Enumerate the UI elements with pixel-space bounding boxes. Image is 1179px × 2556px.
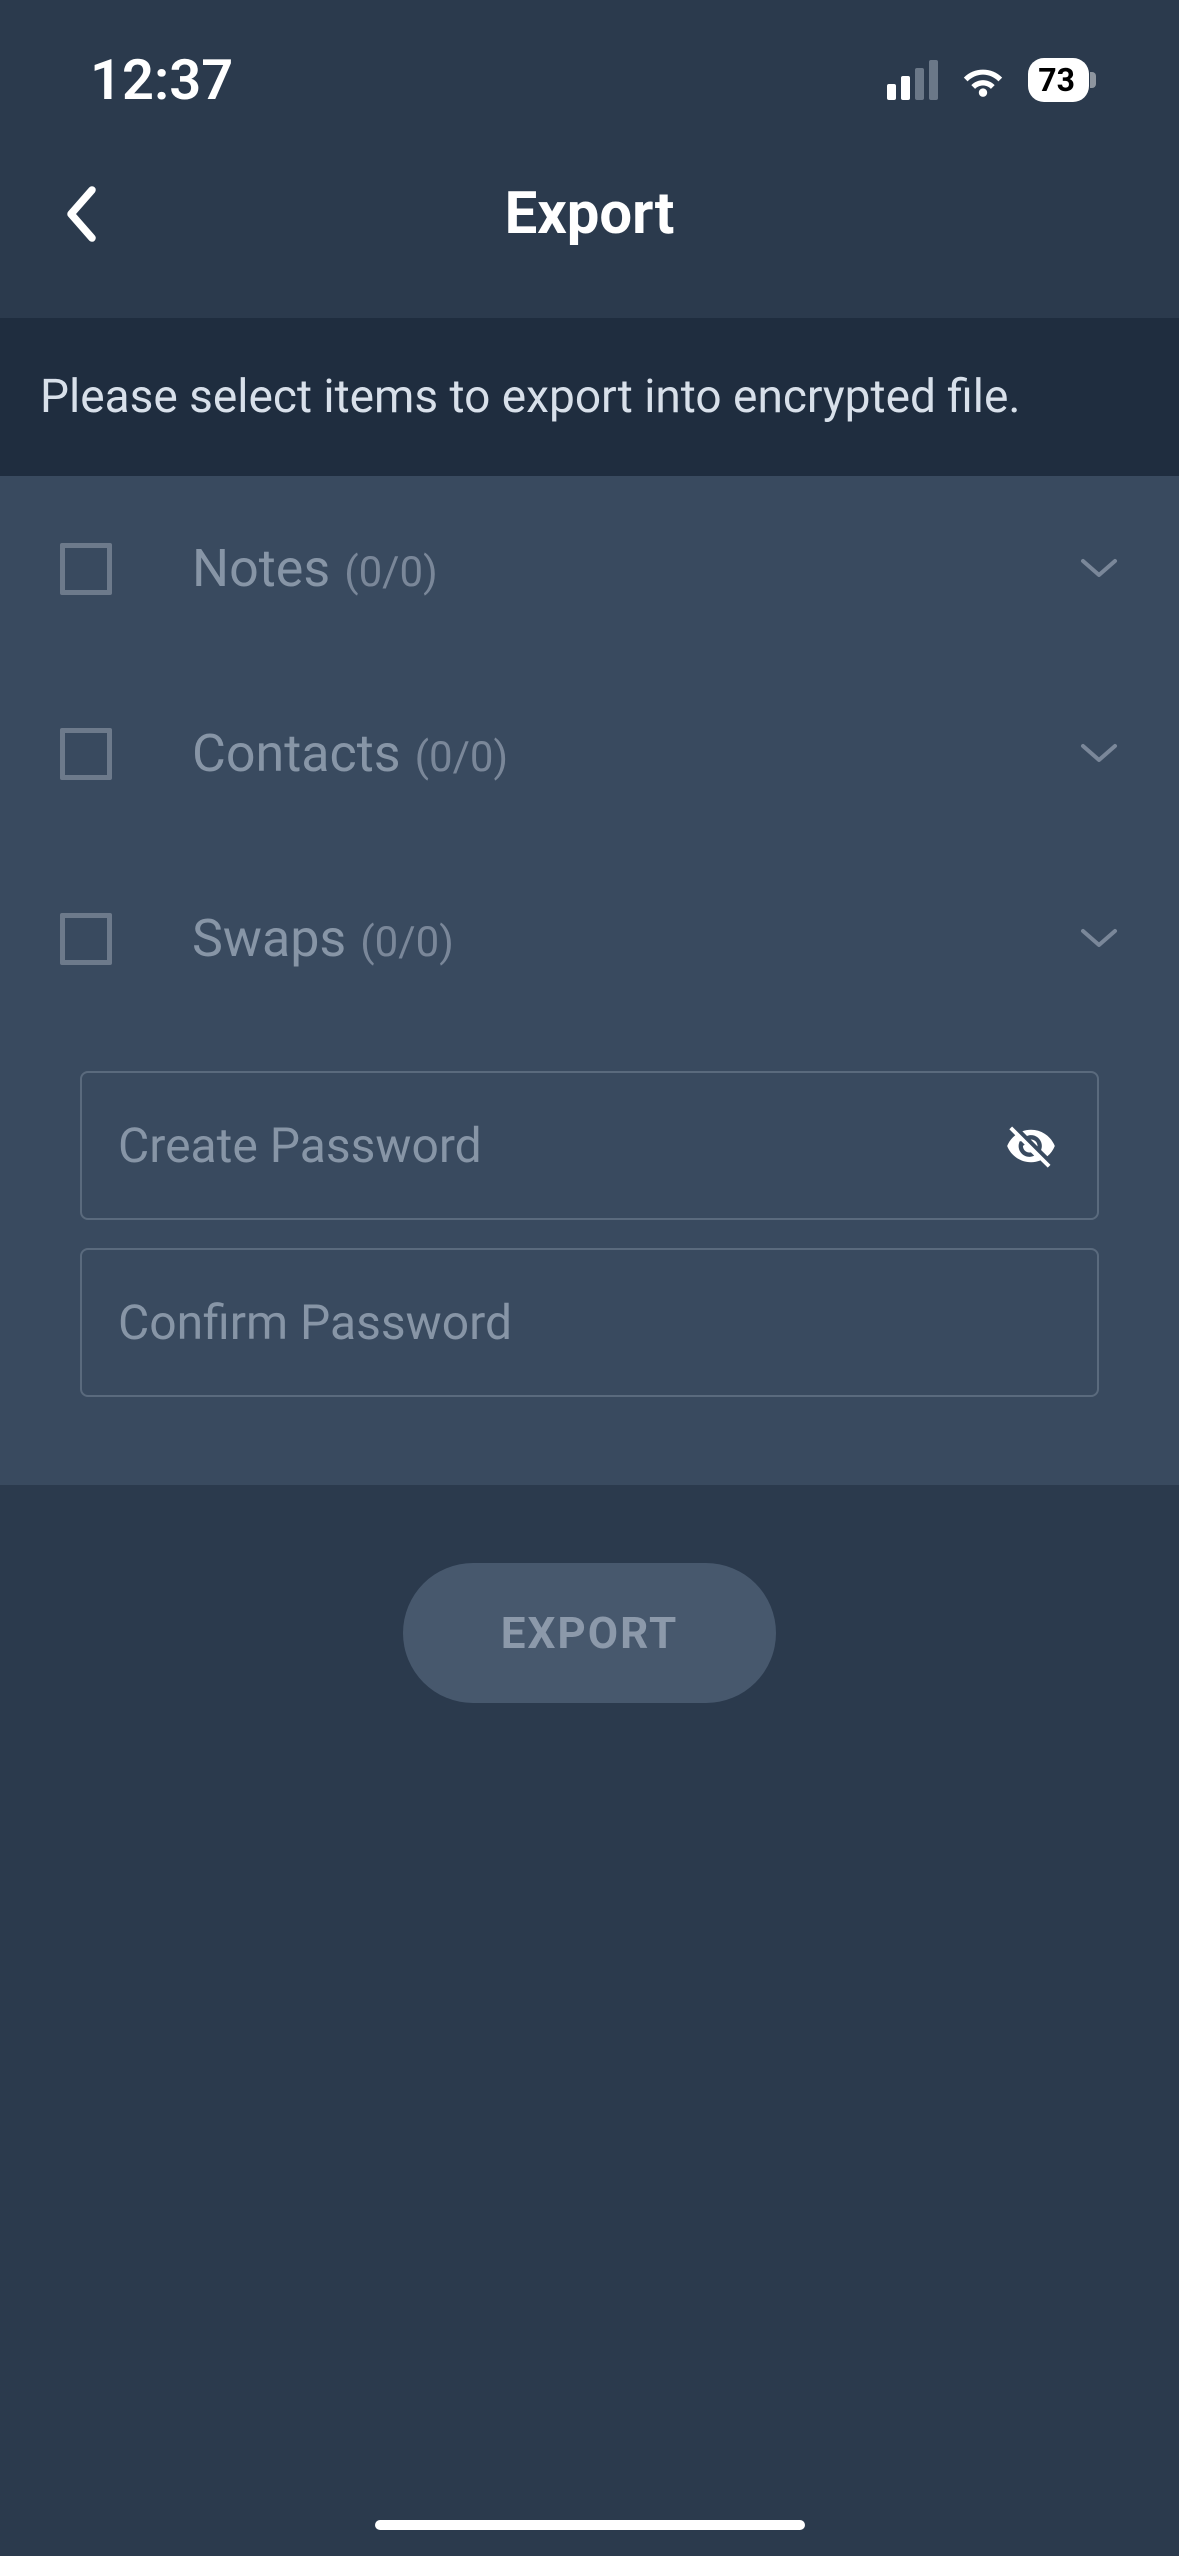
items-list: Notes (0/0) Contacts (0/0) Swaps (0/0) C…	[0, 476, 1179, 1485]
battery-icon: 73	[1028, 58, 1089, 102]
checkbox-contacts[interactable]	[60, 728, 112, 780]
checkbox-notes[interactable]	[60, 543, 112, 595]
password-section: Create Password Confirm Password	[40, 1031, 1139, 1485]
status-time: 12:37	[90, 47, 233, 113]
status-bar: 12:37 73	[0, 0, 1179, 150]
create-password-placeholder: Create Password	[118, 1117, 482, 1174]
item-row-notes[interactable]: Notes (0/0)	[40, 476, 1139, 661]
item-row-swaps[interactable]: Swaps (0/0)	[40, 846, 1139, 1031]
back-button[interactable]	[50, 184, 110, 244]
item-label: Swaps	[192, 908, 346, 969]
confirm-password-field[interactable]: Confirm Password	[80, 1248, 1099, 1397]
instruction-banner: Please select items to export into encry…	[0, 318, 1179, 476]
chevron-down-icon[interactable]	[1079, 740, 1119, 768]
wifi-icon	[958, 58, 1008, 102]
create-password-field[interactable]: Create Password	[80, 1071, 1099, 1220]
item-row-contacts[interactable]: Contacts (0/0)	[40, 661, 1139, 846]
home-indicator[interactable]	[375, 2520, 805, 2530]
item-label-group: Swaps (0/0)	[192, 908, 999, 969]
eye-off-icon	[1001, 1120, 1061, 1172]
export-button[interactable]: EXPORT	[403, 1563, 777, 1703]
item-label: Notes	[192, 538, 330, 599]
footer: EXPORT	[0, 1485, 1179, 1703]
chevron-down-icon[interactable]	[1079, 555, 1119, 583]
confirm-password-placeholder: Confirm Password	[118, 1294, 512, 1351]
item-label: Contacts	[192, 723, 401, 784]
chevron-down-icon[interactable]	[1079, 925, 1119, 953]
item-count: (0/0)	[415, 733, 509, 782]
navigation-bar: Export	[0, 150, 1179, 318]
page-title: Export	[50, 180, 1129, 248]
battery-level: 73	[1038, 61, 1075, 99]
chevron-left-icon	[60, 184, 100, 244]
status-indicators: 73	[887, 58, 1089, 102]
checkbox-swaps[interactable]	[60, 913, 112, 965]
toggle-visibility-button[interactable]	[1001, 1120, 1061, 1172]
item-count: (0/0)	[344, 548, 438, 597]
item-label-group: Notes (0/0)	[192, 538, 999, 599]
cellular-signal-icon	[887, 60, 938, 100]
instruction-text: Please select items to export into encry…	[40, 370, 1139, 424]
item-count: (0/0)	[360, 918, 454, 967]
item-label-group: Contacts (0/0)	[192, 723, 999, 784]
